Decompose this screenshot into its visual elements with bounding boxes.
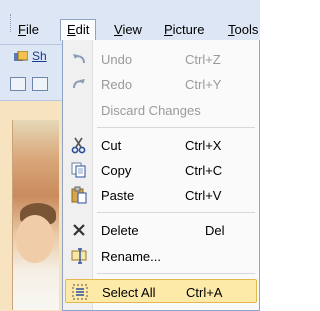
- menu-view[interactable]: View: [108, 19, 148, 41]
- menu-edit[interactable]: Edit: [60, 19, 97, 41]
- paste-icon: [71, 186, 87, 204]
- menu-item-undo[interactable]: Undo Ctrl+Z: [65, 47, 257, 71]
- copy-shortcut: Ctrl+C: [185, 163, 223, 178]
- menu-file-label: ile: [25, 22, 39, 37]
- menu-bar: File Edit View Picture Tools: [0, 0, 260, 44]
- menu-tools[interactable]: Tools: [222, 19, 264, 41]
- menu-picture[interactable]: Picture: [158, 19, 210, 41]
- menu-view-label: iew: [122, 22, 142, 37]
- toolbar-view: [0, 68, 62, 101]
- menu-item-delete[interactable]: Delete Del: [65, 218, 257, 242]
- menu-item-rename[interactable]: Rename...: [65, 244, 257, 268]
- thumbnail-view-icon[interactable]: [10, 77, 26, 91]
- menu-item-redo[interactable]: Redo Ctrl+Y: [65, 72, 257, 96]
- menu-item-discard-changes[interactable]: Discard Changes: [65, 98, 257, 122]
- discard-changes-label: Discard Changes: [101, 103, 201, 118]
- edit-menu-dropdown: Undo Ctrl+Z Redo Ctrl+Y Discard Changes …: [62, 40, 260, 311]
- select-all-icon: [72, 284, 88, 300]
- filmstrip-view-icon[interactable]: [32, 77, 48, 91]
- undo-shortcut: Ctrl+Z: [185, 52, 221, 67]
- redo-icon: [73, 79, 85, 89]
- cut-shortcut: Ctrl+X: [185, 138, 222, 153]
- menu-item-cut[interactable]: Cut Ctrl+X: [65, 133, 257, 157]
- select-all-shortcut: Ctrl+A: [186, 285, 223, 300]
- photo-face: [16, 215, 54, 263]
- share-icon[interactable]: [14, 51, 28, 63]
- redo-label: Redo: [101, 77, 133, 92]
- rename-icon: [71, 248, 87, 264]
- delete-shortcut: Del: [205, 223, 225, 238]
- delete-x-icon: [73, 224, 85, 236]
- menu-edit-mnemonic: E: [67, 22, 76, 37]
- menu-picture-mnemonic: P: [164, 22, 173, 37]
- paste-shortcut: Ctrl+V: [185, 188, 222, 203]
- menu-picture-label: icture: [172, 22, 205, 37]
- undo-icon: [73, 54, 85, 64]
- paste-label: Paste: [101, 188, 135, 203]
- menu-file-mnemonic: F: [18, 22, 26, 37]
- scissors-icon: [71, 137, 86, 154]
- copy-label: Copy: [101, 163, 132, 178]
- redo-shortcut: Ctrl+Y: [185, 77, 222, 92]
- delete-label: Delete: [101, 223, 139, 238]
- menu-file[interactable]: File: [12, 19, 45, 41]
- toolbar-share-label[interactable]: Sh: [32, 49, 47, 63]
- menu-separator: [97, 127, 255, 128]
- toolbar-share: Sh: [0, 44, 62, 69]
- menu-item-select-all[interactable]: Select All Ctrl+A: [65, 279, 257, 303]
- menu-edit-label: dit: [75, 22, 90, 37]
- select-all-label: Select All: [102, 285, 156, 300]
- copy-icon: [71, 162, 86, 178]
- menu-separator: [97, 212, 255, 213]
- menu-tools-label: ools: [234, 22, 259, 37]
- rename-label: Rename...: [101, 249, 161, 264]
- menubar-grip[interactable]: [0, 14, 11, 32]
- menu-item-paste[interactable]: Paste Ctrl+V: [65, 183, 257, 207]
- menu-separator: [97, 273, 255, 274]
- undo-label: Undo: [101, 52, 133, 67]
- menu-item-copy[interactable]: Copy Ctrl+C: [65, 158, 257, 182]
- cut-label: Cut: [101, 138, 122, 153]
